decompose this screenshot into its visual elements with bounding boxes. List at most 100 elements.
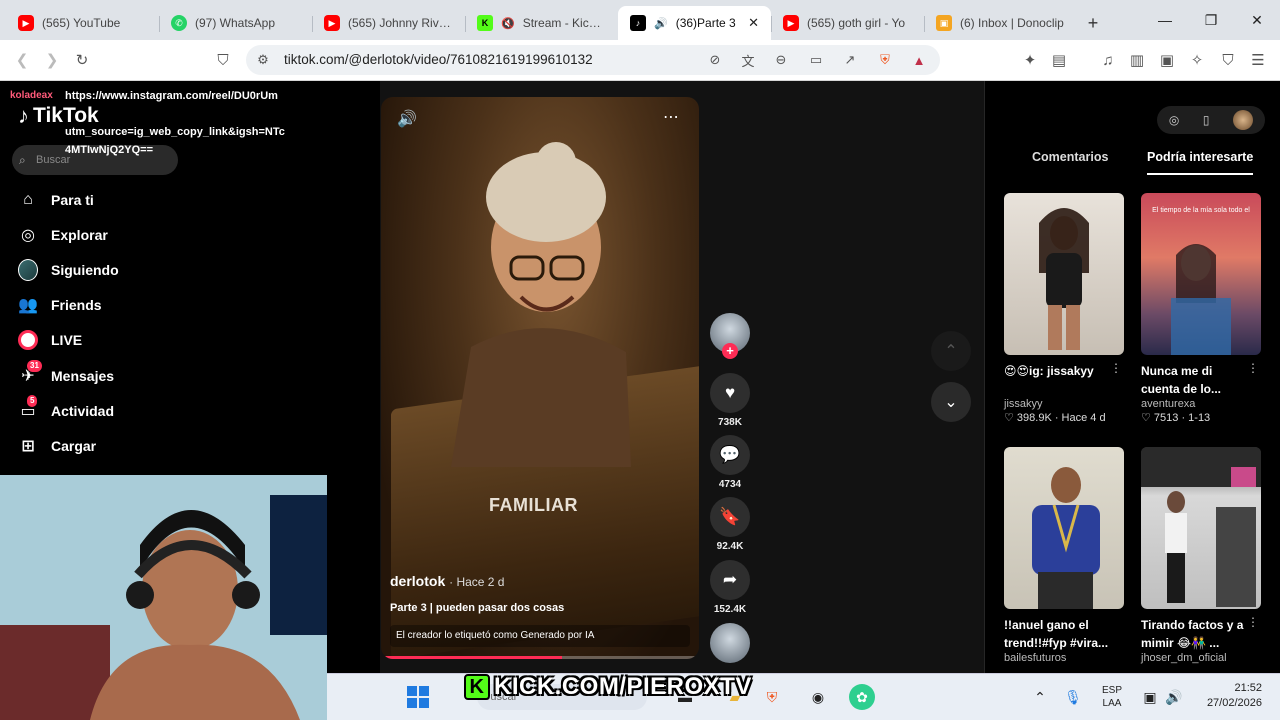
like-button[interactable]: ♥ 738K [710,373,750,428]
network-icon[interactable]: ▣ [1137,684,1163,710]
sidebar-item-friends[interactable]: 👥 Friends [18,291,102,319]
sidebar-item-mensajes[interactable]: ✈ 31 Mensajes [18,360,114,390]
language-indicator[interactable]: ESP LAA [1095,684,1129,710]
sidebar-item-cargar[interactable]: ⊞ Cargar [18,432,96,460]
more-options-icon[interactable]: ⋮ [1110,361,1122,375]
streamer-webcam [0,475,327,720]
site-settings-icon[interactable]: ⚙ [252,50,274,70]
video-thumbnail[interactable] [1141,447,1261,609]
back-icon[interactable]: ❮ [8,46,36,74]
next-video-button[interactable]: ⌄ [931,382,971,422]
share-count: 152.4K [713,604,747,615]
vpn-icon[interactable]: ⛉ [1214,46,1242,74]
comment-button[interactable]: 💬 4734 [710,435,750,490]
wallet-icon[interactable]: ▣ [1153,46,1181,74]
card-user[interactable]: bailesfuturos [1004,652,1124,664]
tray-chevron-icon[interactable]: ⌃ [1027,684,1053,710]
save-button[interactable]: 🔖 92.4K [710,497,750,552]
author-name[interactable]: derlotok [390,573,445,589]
close-window-icon[interactable]: ✕ [1234,0,1280,40]
donoclip-icon: ▣ [936,15,952,31]
card-user[interactable]: jhoser_dm_oficial [1141,652,1261,664]
video-thumbnail[interactable]: El tiempo de la mía sola todo el [1141,193,1261,355]
suggested-video-card[interactable]: 😍😍ig: jissakyy jissakyy ♡ 398.9K · Hace … [1004,193,1124,424]
video-author[interactable]: derlotok · Hace 2 d [390,573,504,589]
system-clock[interactable]: 21:52 27/02/2026 [1200,681,1262,711]
brave-browser-icon[interactable]: ⛨ [759,684,785,710]
windows-start-icon[interactable] [405,684,431,710]
sidebar-item-explorar[interactable]: ◎ Explorar [18,221,108,249]
compass-icon[interactable]: ◎ [1169,113,1179,127]
more-options-icon[interactable]: ⋯ [663,107,679,127]
media-icon[interactable]: ♫ [1094,46,1122,74]
card-meta: ♡ 398.9K · Hace 4 d [1004,412,1106,424]
creator-avatar[interactable]: + [710,313,750,359]
leo-ai-icon[interactable]: ✧ [1183,46,1211,74]
share-button[interactable]: ➦ 152.4K [710,560,750,615]
tab-label: (565) YouTube [42,16,121,30]
sidebar-toggle-icon[interactable]: ▥ [1123,46,1151,74]
chatgpt-icon[interactable]: ✿ [849,684,875,710]
mobile-icon[interactable]: ▯ [1203,113,1210,127]
tab-youtube-johnny[interactable]: ▶ (565) Johnny Rivera [312,6,465,40]
tab-tiktok-active[interactable]: ♪ 🔊 (36)Parte 3 ✕ [618,6,771,40]
translate-icon[interactable]: 文 [737,50,759,70]
no-camera-icon[interactable]: ⊘ [704,50,726,70]
sidebar-item-siguiendo[interactable]: Siguiendo [18,256,119,284]
reload-icon[interactable]: ↻ [68,46,96,74]
suggested-video-card[interactable]: El tiempo de la mía sola todo el Nunca m… [1141,193,1261,424]
video-progress-fill [381,656,563,659]
more-options-icon[interactable]: ⋮ [1247,615,1259,629]
volume-icon[interactable]: 🔊 [397,109,417,129]
video-player[interactable]: FAMILIAR 🔊 ⋯ derlotok · Hace 2 d Parte 3… [381,97,699,659]
zoom-icon[interactable]: ⊖ [770,50,792,70]
chat-username: koladeax [10,90,53,101]
tab-search-icon[interactable]: ▤ [1045,46,1073,74]
more-options-icon[interactable]: ⋮ [1247,361,1259,375]
card-user[interactable]: jissakyy [1004,398,1124,410]
close-tab-icon[interactable]: ✕ [748,15,759,31]
video-progress-bar[interactable] [381,656,699,659]
tab-kick-stream[interactable]: K 🔇 Stream - Kick D [465,6,618,40]
restore-icon[interactable]: ❐ [1188,0,1234,40]
menu-icon[interactable]: ☰ [1244,46,1272,74]
url-text: tiktok.com/@derlotok/video/7610821619199… [284,52,593,67]
new-tab-button[interactable]: + [1077,6,1109,40]
minimize-icon[interactable]: — [1142,0,1188,40]
bookmark-page-icon[interactable]: ⛉ [209,46,237,74]
previous-video-button[interactable]: ⌃ [931,331,971,371]
user-avatar[interactable] [1233,110,1254,130]
sidebar-item-para-ti[interactable]: ⌂ Para ti [18,186,94,214]
video-thumbnail[interactable] [1004,447,1124,609]
clock-time: 21:52 [1234,682,1262,694]
clock-date: 27/02/2026 [1206,697,1262,709]
bookmark-icon: 🔖 [710,497,750,537]
brave-shield-icon[interactable]: ⛨ [874,50,896,70]
brave-rewards-icon[interactable]: ▲ [908,50,930,70]
forward-icon[interactable]: ❯ [38,46,66,74]
sidebar-item-label: Actividad [51,403,115,419]
music-disc[interactable] [710,623,750,663]
tab-donoclip[interactable]: ▣ (6) Inbox | Donoclip [924,6,1077,40]
follow-plus-icon[interactable]: + [722,343,738,359]
suggested-video-card[interactable]: Tirando factos y a mimir 😂👫 ... jhoser_d… [1141,447,1261,664]
card-user[interactable]: aventurexa [1141,398,1261,410]
suggested-video-card[interactable]: !!anuel gano el trend!!#fyp #vira... bai… [1004,447,1124,664]
sidebar-item-live[interactable]: LIVE [18,326,82,354]
tab-youtube-goth[interactable]: ▶ (565) goth girl - Yo [771,6,924,40]
share-page-icon[interactable]: ↗ [839,50,861,70]
tab-youtube[interactable]: ▶ (565) YouTube [6,6,159,40]
extensions-icon[interactable]: ✦ [1016,46,1044,74]
address-bar[interactable]: ⚙ tiktok.com/@derlotok/video/76108216191… [246,45,940,75]
cast-icon[interactable]: ▭ [805,50,827,70]
tab-podria-interesarte[interactable]: Podría interesarte [1147,150,1254,175]
tab-comentarios[interactable]: Comentarios [1032,150,1108,164]
sidebar-item-label: Para ti [51,192,94,208]
volume-tray-icon[interactable]: 🔊 [1161,684,1187,710]
video-thumbnail[interactable] [1004,193,1124,355]
heart-icon: ♥ [710,373,750,413]
tab-whatsapp[interactable]: ✆ (97) WhatsApp [159,6,312,40]
obs-icon[interactable]: ◉ [805,684,831,710]
sidebar-item-actividad[interactable]: ▭ 5 Actividad [18,395,115,425]
microphone-icon[interactable]: 🎙 [1060,684,1086,710]
